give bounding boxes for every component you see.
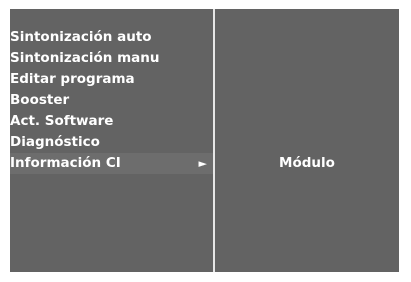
- submenu-panel: Módulo: [215, 9, 399, 272]
- menu-item-booster[interactable]: Booster: [10, 90, 213, 111]
- menu-item-sintonizacion-manu[interactable]: Sintonización manu: [10, 48, 213, 69]
- menu-item-label: Sintonización auto: [10, 29, 152, 45]
- menu-item-informacion-ci[interactable]: Información CI ►: [10, 153, 213, 174]
- main-menu-panel: Sintonización auto Sintonización manu Ed…: [10, 9, 213, 272]
- menu-item-label: Información CI: [10, 155, 121, 171]
- menu-item-label: Act. Software: [10, 113, 114, 129]
- menu-item-label: Diagnóstico: [10, 134, 100, 150]
- menu-item-label: Sintonización manu: [10, 50, 160, 66]
- osd-menu: Sintonización auto Sintonización manu Ed…: [10, 9, 399, 272]
- menu-item-label: Editar programa: [10, 71, 135, 87]
- menu-item-label: Booster: [10, 92, 70, 108]
- menu-item-diagnostico[interactable]: Diagnóstico: [10, 132, 213, 153]
- right-arrow-icon: ►: [198, 157, 207, 170]
- submenu-item-modulo[interactable]: Módulo: [215, 153, 399, 173]
- menu-item-act-software[interactable]: Act. Software: [10, 111, 213, 132]
- menu-item-editar-programa[interactable]: Editar programa: [10, 69, 213, 90]
- main-menu: Sintonización auto Sintonización manu Ed…: [10, 27, 213, 174]
- menu-item-sintonizacion-auto[interactable]: Sintonización auto: [10, 27, 213, 48]
